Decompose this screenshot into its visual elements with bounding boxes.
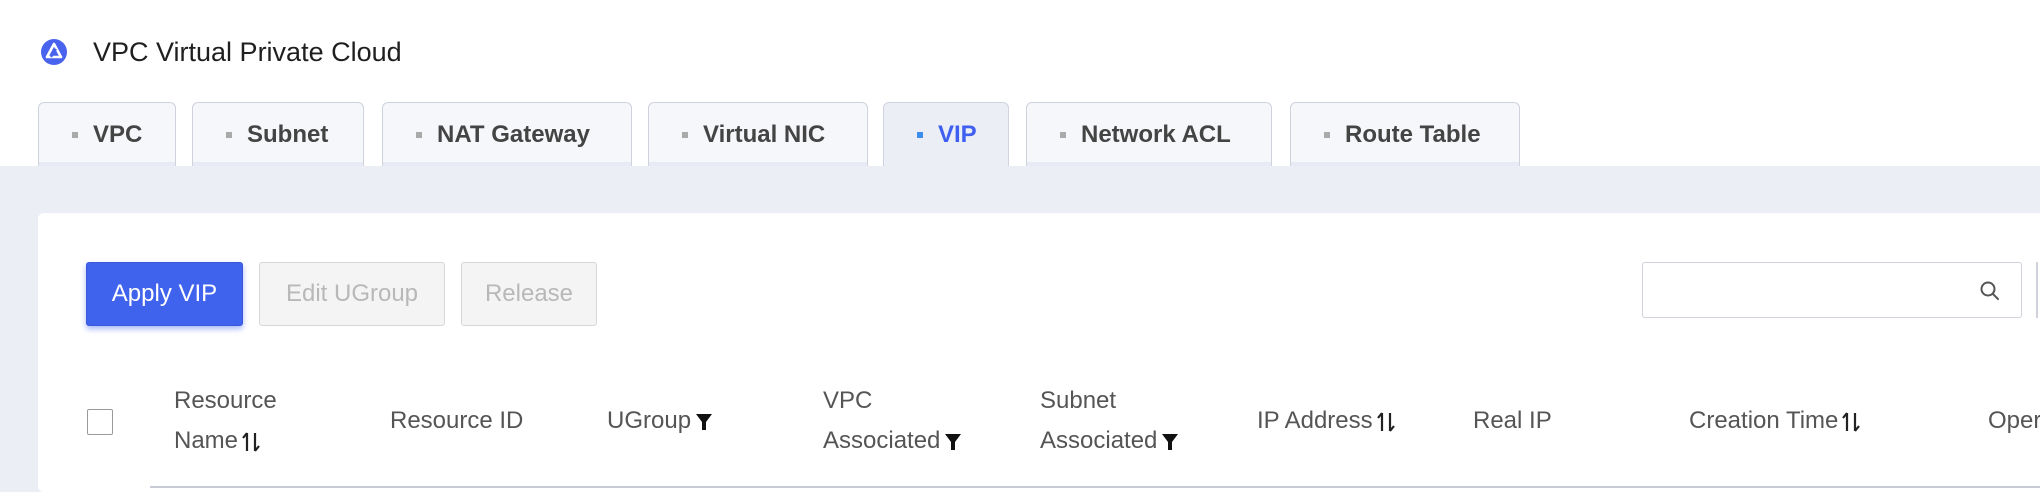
tab-route-table[interactable]: Route Table xyxy=(1290,102,1520,166)
release-button[interactable]: Release xyxy=(461,262,597,326)
edit-ugroup-button[interactable]: Edit UGroup xyxy=(259,262,445,326)
column-header-ugroup[interactable]: UGroup xyxy=(607,401,713,441)
search-icon xyxy=(1980,281,1999,300)
tab-nat-gateway[interactable]: NAT Gateway xyxy=(382,102,632,166)
tab-network-acl[interactable]: Network ACL xyxy=(1026,102,1272,166)
column-header-ip-address[interactable]: IP Address xyxy=(1257,401,1395,441)
tab-dot-icon xyxy=(682,131,688,138)
column-header-resource-name[interactable]: Resource Name xyxy=(174,381,277,461)
tab-vpc[interactable]: VPC xyxy=(38,102,176,166)
tab-label: Subnet xyxy=(247,120,329,148)
vip-list-card xyxy=(38,213,2040,492)
vpc-logo-icon xyxy=(41,39,67,65)
column-header-real-ip: Real IP xyxy=(1473,407,1552,434)
tab-dot-icon xyxy=(72,131,78,138)
tab-label: VPC xyxy=(93,120,143,148)
filter-icon[interactable] xyxy=(695,412,713,432)
tab-label: Route Table xyxy=(1345,120,1481,148)
column-header-creation-time[interactable]: Creation Time xyxy=(1689,401,1861,441)
tab-label: Network ACL xyxy=(1081,120,1231,148)
tab-dot-icon xyxy=(226,131,232,138)
column-header-vpc-associated[interactable]: VPC Associated xyxy=(823,381,962,461)
sort-icon[interactable] xyxy=(242,431,260,453)
column-header-operation: Oper xyxy=(1988,407,2040,434)
tab-vip[interactable]: VIP xyxy=(883,102,1009,167)
tab-label: NAT Gateway xyxy=(437,120,590,148)
search-input[interactable] xyxy=(1642,262,2022,318)
column-header-resource-id: Resource ID xyxy=(390,407,524,434)
tab-subnet[interactable]: Subnet xyxy=(192,102,364,166)
tab-dot-icon xyxy=(416,131,422,138)
tab-label: Virtual NIC xyxy=(703,120,826,148)
table-header-divider xyxy=(150,486,2040,488)
sort-icon[interactable] xyxy=(1376,411,1395,433)
tab-dot-icon xyxy=(1060,131,1066,138)
select-all-checkbox[interactable] xyxy=(87,409,113,435)
toolbar-extra-button[interactable] xyxy=(2036,262,2040,318)
filter-icon[interactable] xyxy=(944,432,962,452)
tab-dot-icon xyxy=(1324,131,1330,138)
sort-icon[interactable] xyxy=(1842,411,1861,433)
tab-virtual-nic[interactable]: Virtual NIC xyxy=(648,102,868,166)
tab-dot-icon xyxy=(917,132,923,138)
tab-label: VIP xyxy=(938,121,977,148)
page-title: VPC Virtual Private Cloud xyxy=(93,37,402,67)
apply-vip-button[interactable]: Apply VIP xyxy=(86,262,243,326)
column-header-subnet-associated[interactable]: Subnet Associated xyxy=(1040,381,1179,461)
filter-icon[interactable] xyxy=(1161,432,1179,452)
